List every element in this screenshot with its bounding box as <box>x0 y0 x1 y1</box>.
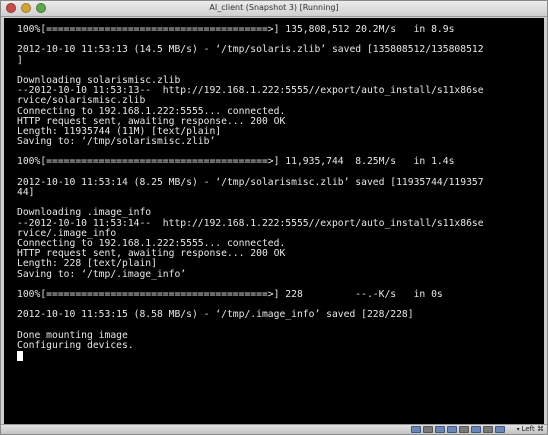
shared-folders-icon[interactable] <box>459 426 469 433</box>
terminal-line: Length: 228 [text/plain] <box>17 258 157 270</box>
terminal-output: 100%[===================================… <box>17 24 540 361</box>
vm-window: AI_client (Snapshot 3) [Running] 100%[==… <box>0 0 548 435</box>
terminal-line: Saving to: ‘/tmp/solarismisc.zlib’ <box>17 136 216 148</box>
window-title: AI_client (Snapshot 3) [Running] <box>209 3 339 12</box>
terminal-line: 2012-10-10 11:53:15 (8.58 MB/s) - ‘/tmp/… <box>17 309 414 321</box>
camera-icon[interactable] <box>483 426 493 433</box>
display-icon[interactable] <box>471 426 481 433</box>
terminal-line: 2012-10-10 11:53:13 (14.5 MB/s) - ‘/tmp/… <box>17 44 484 56</box>
usb-icon[interactable] <box>435 426 445 433</box>
terminal-line: 100%[===================================… <box>17 24 455 35</box>
host-key-label: Left ⌘ <box>521 425 544 433</box>
terminal-line: Saving to: ‘/tmp/.image_info’ <box>17 268 187 280</box>
arrow-down-icon: ▾ <box>516 426 520 433</box>
terminal-line: Configuring devices. <box>17 339 134 351</box>
terminal-line: 100%[===================================… <box>17 288 443 300</box>
host-key-indicator: ▾ Left ⌘ <box>517 425 544 434</box>
guest-console-screen[interactable]: 100%[===================================… <box>4 18 544 425</box>
mouse-integration-icon[interactable] <box>495 426 505 433</box>
title-bar[interactable]: AI_client (Snapshot 3) [Running] <box>1 1 547 17</box>
terminal-line: 2012-10-10 11:53:14 (8.25 MB/s) - ‘/tmp/… <box>17 176 484 188</box>
vm-status-bar: ▾ Left ⌘ <box>1 424 547 434</box>
hard-disk-icon[interactable] <box>411 426 421 433</box>
terminal-line: ] <box>17 54 23 66</box>
terminal-line: 100%[===================================… <box>17 156 455 168</box>
network-icon[interactable] <box>447 426 457 433</box>
terminal-line: 44] <box>17 187 35 198</box>
device-status-icons <box>411 426 505 434</box>
text-cursor <box>17 351 23 361</box>
terminal-cursor-line <box>17 351 540 361</box>
optical-drive-icon[interactable] <box>423 426 433 433</box>
terminal-line: rvice/solarismisc.zlib <box>17 95 146 107</box>
